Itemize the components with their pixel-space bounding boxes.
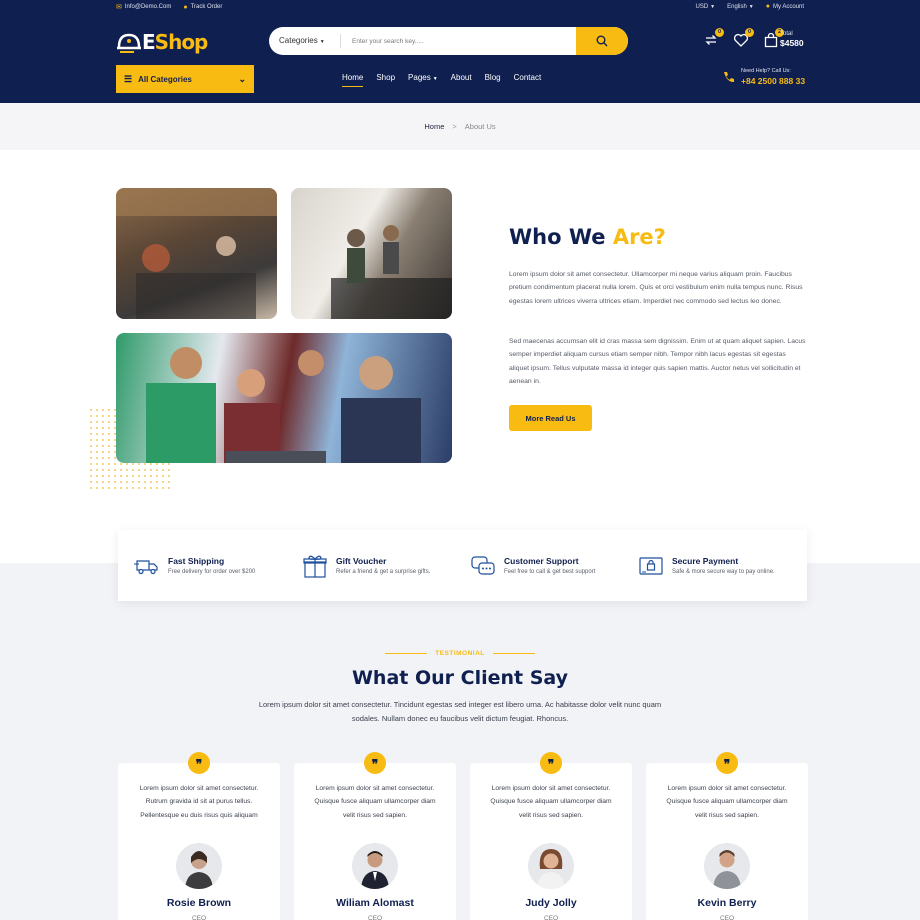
feature-secure-payment: Secure Payment Safe & more secure way to… — [638, 555, 806, 577]
more-read-button[interactable]: More Read Us — [509, 405, 592, 431]
chevron-down-icon: ▼ — [319, 39, 325, 45]
compare-badge: 0 — [715, 28, 724, 37]
my-account-link[interactable]: ● My Account — [766, 3, 804, 10]
user-icon: ● — [765, 3, 770, 10]
phone-icon — [724, 72, 734, 83]
chevron-down-icon: ▼ — [710, 3, 716, 10]
mail-icon: ✉ — [116, 4, 122, 11]
menu-icon: ☰ — [124, 73, 133, 84]
search-icon — [596, 35, 608, 47]
photo-illustration — [146, 347, 421, 463]
quote-icon: ❞ — [188, 752, 210, 774]
testimonial-name: Kevin Berry — [697, 897, 757, 909]
divider — [492, 652, 535, 654]
testimonial-name: Judy Jolly — [525, 897, 577, 909]
feature-customer-support: Customer Support Feel free to call & get… — [470, 554, 638, 578]
search-category-select[interactable]: Categories ▼ — [269, 34, 341, 48]
wishlist-badge: 0 — [745, 28, 754, 37]
currency-select[interactable]: USD ▼ — [695, 4, 715, 10]
nav-blog[interactable]: Blog — [485, 73, 501, 86]
truck-icon — [134, 559, 158, 574]
testimonial-card: Lorem ipsum dolor sit amet consectetur. … — [646, 763, 808, 920]
avatar-portrait-icon — [713, 850, 741, 889]
testimonial-eyebrow: TESTIMONIAL — [0, 650, 920, 657]
divider — [385, 652, 428, 654]
testimonial-card: Lorem ipsum dolor sit amet consectetur. … — [294, 763, 456, 920]
chevron-down-icon: ▼ — [432, 76, 438, 82]
support-icon — [471, 555, 495, 575]
email-link[interactable]: ✉ Info@Demo.Com — [116, 3, 171, 11]
main-nav: Home Shop Pages ▼ About Blog Contact — [342, 73, 542, 87]
breadcrumb-home[interactable]: Home — [424, 122, 444, 131]
testimonial-title: What Our Client Say — [351, 667, 569, 689]
about-title: Who We Are? — [509, 225, 666, 249]
site-header: ✉ Info@Demo.Com ● Track Order USD ▼ Engli… — [0, 0, 920, 103]
breadcrumb-separator: > — [452, 122, 457, 131]
breadcrumb: Home > About Us — [0, 103, 920, 150]
logo-mark-icon — [117, 33, 141, 53]
cart-total[interactable]: Total $4580 — [780, 31, 804, 48]
header-icons: 0 0 2 — [703, 28, 784, 48]
avatar — [352, 843, 398, 889]
about-photo-team — [116, 333, 452, 463]
all-categories-button[interactable]: ☰ All Categories ⌄ — [116, 65, 254, 93]
testimonial-role: CEO — [543, 915, 559, 920]
avatar-portrait-icon — [361, 851, 389, 889]
photo-illustration — [331, 225, 452, 319]
nav-about[interactable]: About — [451, 73, 472, 86]
track-order-link[interactable]: ● Track Order — [183, 4, 222, 11]
testimonial-name: Wiliam Alomast — [336, 897, 414, 909]
cart-button[interactable]: 2 — [763, 28, 784, 48]
avatar-portrait-icon — [537, 849, 565, 889]
about-paragraph-1: Lorem ipsum dolor sit amet consectetur. … — [509, 271, 803, 305]
testimonial-card: Lorem ipsum dolor sit amet consectetur. … — [118, 763, 280, 920]
search-bar: Categories ▼ — [269, 27, 628, 55]
feature-fast-shipping: Fast Shipping Free delivery for order ov… — [134, 556, 302, 576]
search-input[interactable] — [341, 37, 571, 45]
about-photo-shop-counter — [116, 188, 277, 319]
testimonial-card: Lorem ipsum dolor sit amet consectetur. … — [470, 763, 632, 920]
search-button[interactable] — [576, 27, 628, 55]
logo[interactable]: E Shop — [116, 29, 208, 55]
wishlist-button[interactable]: 0 — [733, 28, 754, 48]
quote-icon: ❞ — [716, 752, 738, 774]
language-select[interactable]: English ▼ — [727, 4, 754, 10]
features-bar: Fast Shipping Free delivery for order ov… — [118, 530, 807, 601]
nav-contact[interactable]: Contact — [514, 73, 542, 86]
testimonial-role: CEO — [719, 915, 735, 920]
help-phone[interactable]: Need Help? Call Us: +84 2500 888 33 — [722, 68, 805, 85]
testimonial-subtitle: Lorem ipsum dolor sit amet consectetur. … — [258, 700, 662, 723]
avatar — [704, 843, 750, 889]
chevron-down-icon: ▼ — [748, 3, 754, 10]
testimonial-role: CEO — [191, 915, 207, 920]
gift-icon — [303, 555, 327, 578]
feature-gift-voucher: Gift Voucher Refer a friend & get a surp… — [302, 553, 470, 579]
compare-button[interactable]: 0 — [703, 28, 724, 48]
photo-illustration — [116, 188, 277, 319]
breadcrumb-current: About Us — [464, 122, 496, 131]
about-photo-store-staff — [291, 188, 452, 319]
nav-home[interactable]: Home — [342, 73, 364, 87]
avatar — [176, 843, 222, 889]
card-lock-icon — [639, 556, 663, 575]
nav-pages[interactable]: Pages ▼ — [408, 73, 438, 86]
avatar — [528, 843, 574, 889]
quote-icon: ❞ — [540, 752, 562, 774]
topbar: ✉ Info@Demo.Com ● Track Order USD ▼ Engli… — [0, 0, 920, 14]
location-pin-icon: ● — [183, 3, 188, 11]
testimonial-name: Rosie Brown — [166, 897, 232, 909]
nav-shop[interactable]: Shop — [376, 73, 395, 86]
chevron-down-icon: ⌄ — [238, 73, 246, 84]
quote-icon: ❞ — [364, 752, 386, 774]
avatar-portrait-icon — [185, 851, 213, 889]
testimonial-role: CEO — [367, 915, 383, 920]
about-paragraph-2: Sed maecenas accumsan elit id cras massa… — [509, 338, 806, 386]
